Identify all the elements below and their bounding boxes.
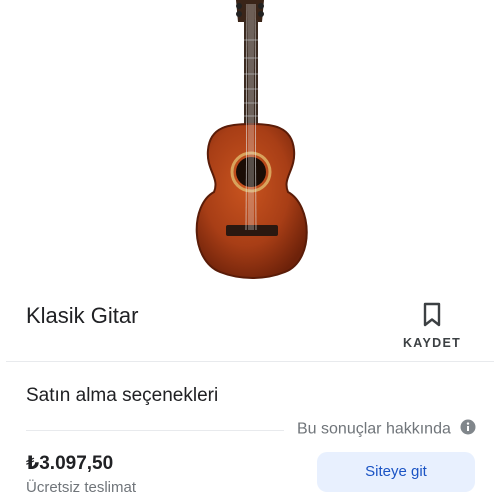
- product-image[interactable]: [150, 0, 350, 285]
- about-results-label: Bu sonuçlar hakkında: [297, 420, 451, 438]
- delivery-info: Ücretsiz teslimat: [26, 479, 137, 496]
- bookmark-icon: [423, 302, 441, 327]
- visit-site-button[interactable]: Siteye git: [317, 452, 475, 492]
- classical-guitar-icon: [195, 0, 308, 279]
- save-label: KAYDET: [402, 336, 462, 350]
- save-button[interactable]: KAYDET: [396, 300, 468, 354]
- product-page: Klasik Gitar KAYDET Satın alma seçenekle…: [0, 0, 500, 500]
- results-divider: [26, 430, 284, 431]
- product-title: Klasik Gitar: [26, 303, 139, 328]
- about-results-link[interactable]: Bu sonuçlar hakkında: [297, 419, 476, 441]
- price: ₺3.097,50: [26, 453, 114, 474]
- info-icon: [460, 419, 476, 440]
- purchase-options-heading: Satın alma seçenekleri: [26, 385, 219, 406]
- section-divider: [6, 361, 494, 362]
